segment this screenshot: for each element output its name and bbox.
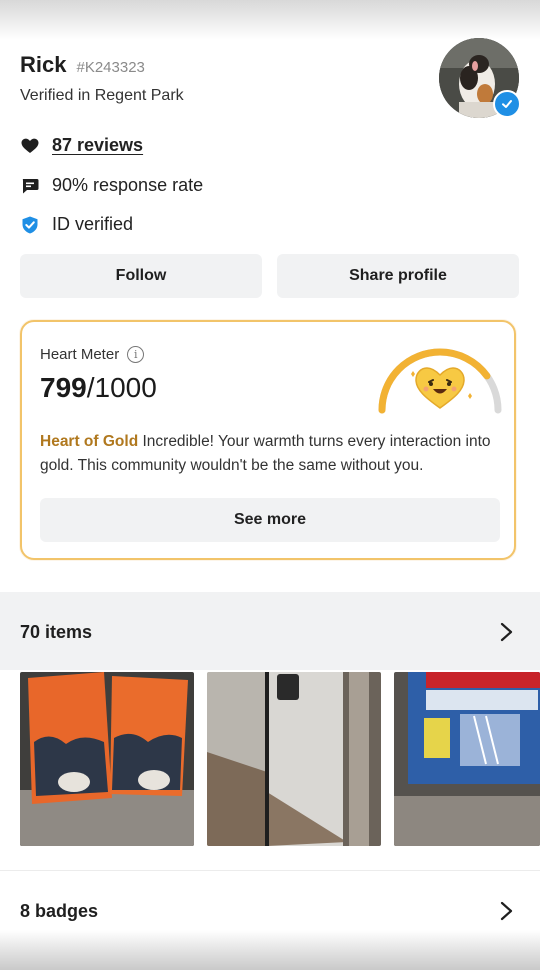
- heart-meter-card: Heart Meter i 799/1000 Heart of Gold Inc…: [20, 320, 516, 560]
- heart-meter-header: Heart Meter i: [40, 346, 145, 363]
- heart-level: Heart of Gold: [40, 433, 139, 450]
- follow-button[interactable]: Follow: [20, 254, 262, 298]
- heart-meter-score: 799/1000: [40, 372, 157, 404]
- verified-location: Verified in Regent Park: [20, 87, 184, 104]
- verified-badge-icon: [493, 90, 521, 118]
- items-count[interactable]: 70 items: [20, 622, 92, 643]
- profile-header: Rick #K243323: [20, 52, 145, 78]
- chevron-right-icon[interactable]: [496, 901, 516, 921]
- reviews-link[interactable]: 87 reviews: [52, 135, 143, 156]
- reviews-row[interactable]: 87 reviews: [20, 135, 143, 156]
- shield-check-icon: [22, 216, 38, 233]
- badges-count[interactable]: 8 badges: [20, 901, 98, 922]
- item-thumbnail[interactable]: [207, 672, 381, 846]
- chevron-right-icon[interactable]: [496, 622, 516, 642]
- item-photo-fire-escape-ladder: [394, 672, 540, 846]
- item-thumbnail[interactable]: [20, 672, 194, 846]
- section-divider: [0, 870, 540, 871]
- item-photo-floor-lamp: [207, 672, 381, 846]
- user-id: #K243323: [76, 59, 145, 76]
- smiling-heart-icon: [411, 367, 472, 409]
- item-photo-litter-bags: [20, 672, 194, 846]
- score-max: /1000: [86, 372, 157, 403]
- info-icon[interactable]: i: [127, 346, 145, 363]
- share-profile-button[interactable]: Share profile: [277, 254, 519, 298]
- score-value: 799: [40, 372, 87, 403]
- id-verified: ID verified: [52, 214, 134, 234]
- response-rate-row: 90% response rate: [20, 175, 203, 196]
- item-thumbnail[interactable]: [394, 672, 540, 846]
- heart-gauge: [378, 348, 502, 414]
- nav-shade: [0, 930, 540, 970]
- chat-bubble-icon: [22, 178, 39, 193]
- response-rate: 90% response rate: [52, 175, 204, 195]
- heart-meter-description: Heart of Gold Incredible! Your warmth tu…: [40, 430, 500, 478]
- see-more-button[interactable]: See more: [40, 498, 500, 542]
- heart-meter-title: Heart Meter: [40, 346, 120, 363]
- heart-icon: [21, 138, 39, 153]
- profile-name: Rick: [20, 52, 67, 77]
- status-shade: [0, 0, 540, 40]
- id-verified-row: ID verified: [20, 214, 133, 235]
